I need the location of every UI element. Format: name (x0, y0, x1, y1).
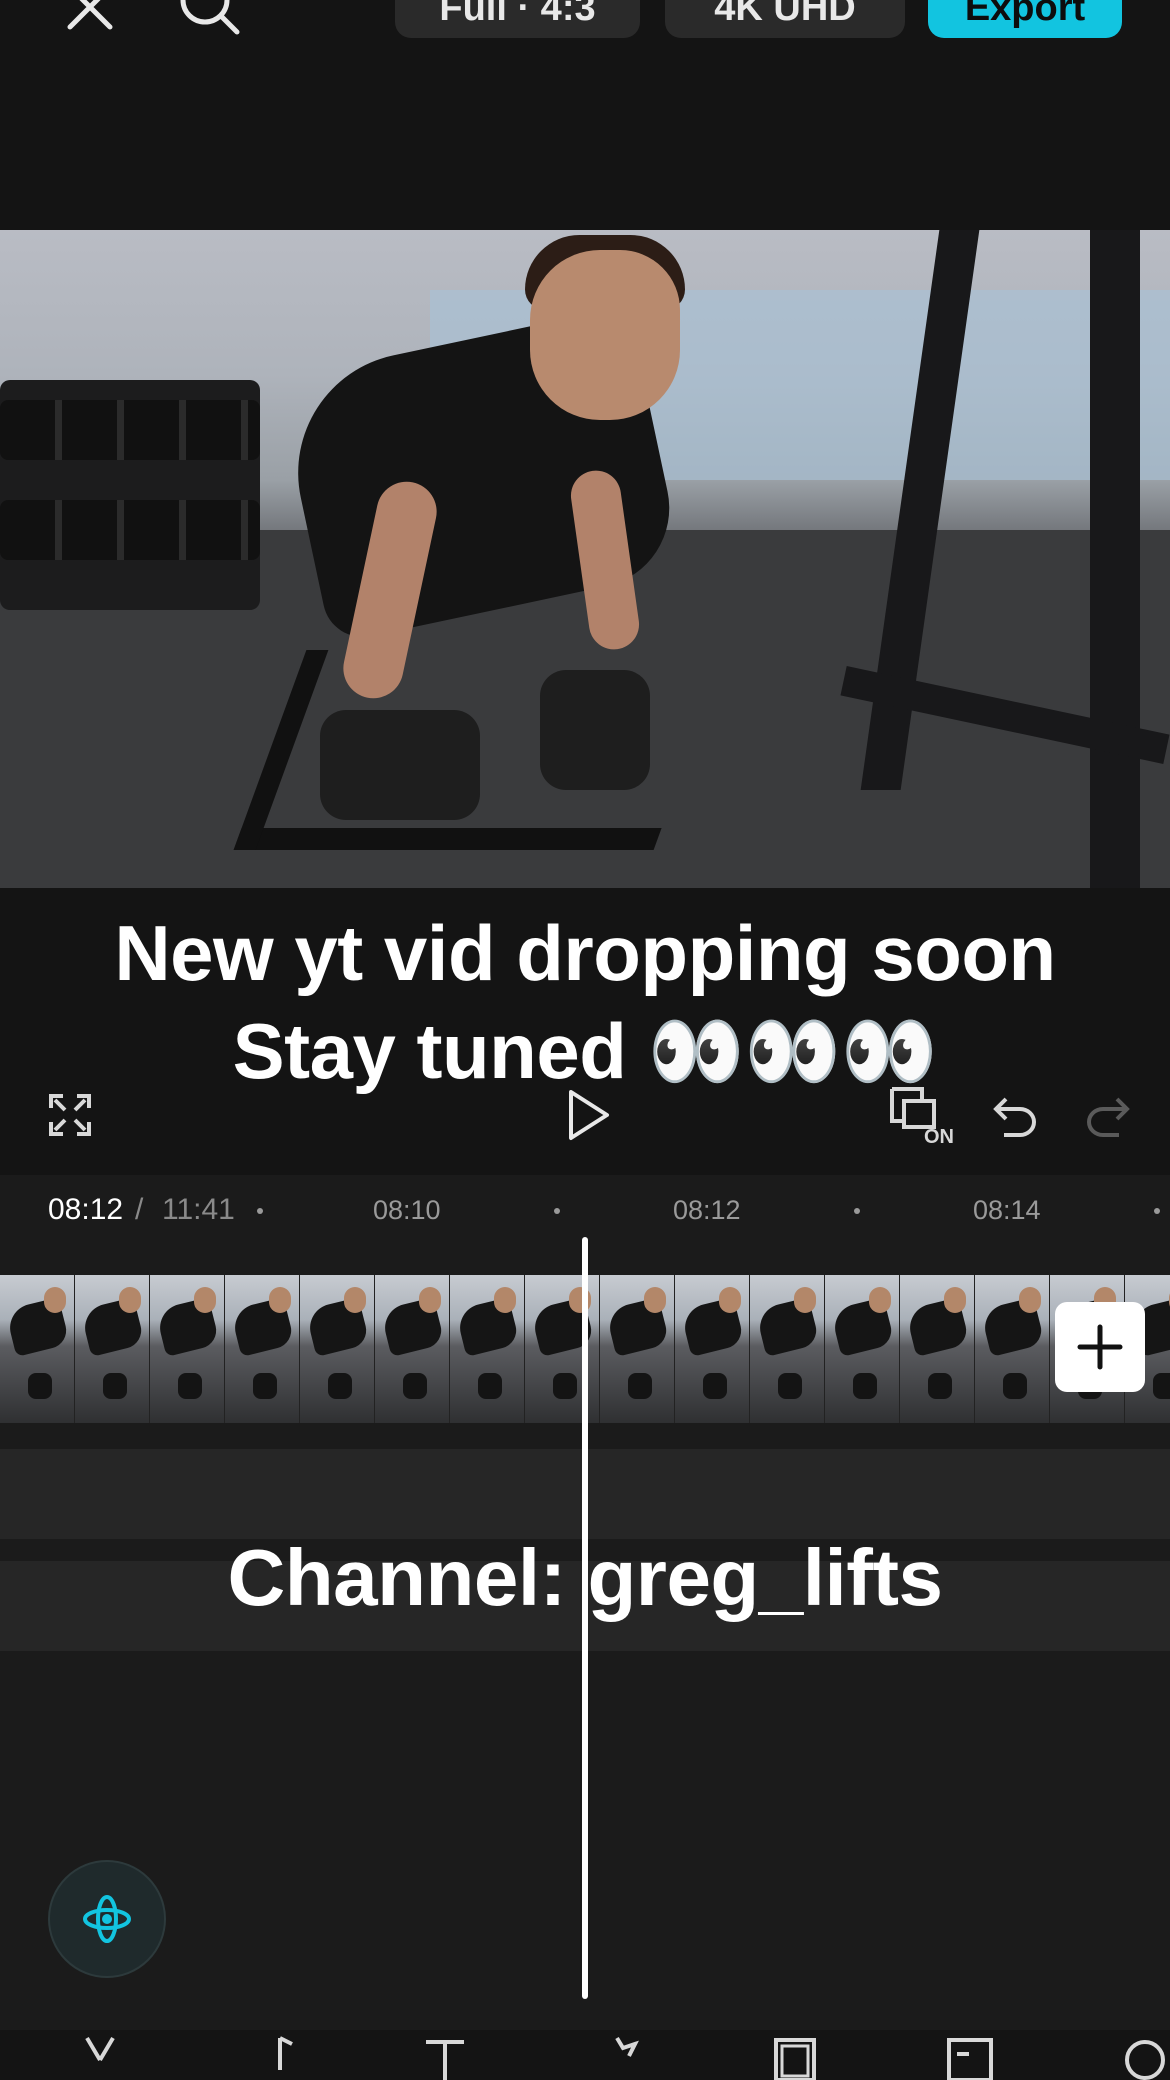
edit-tool-button[interactable] (60, 2030, 140, 2080)
close-button[interactable] (55, 0, 125, 42)
overlay-tool-button[interactable] (755, 2030, 835, 2080)
preview-dumbbell (320, 710, 480, 820)
undo-icon (993, 1097, 1036, 1137)
time-separator: / (135, 1193, 144, 1226)
preview-bench (233, 650, 727, 850)
ruler-tick-label: 08:10 (373, 1195, 441, 1225)
rack-post (1090, 230, 1140, 888)
rack-row (0, 500, 260, 560)
scissors-icon (85, 2036, 115, 2062)
ai-sparkle-icon (83, 1895, 131, 1943)
video-frame-thumbnail (675, 1275, 750, 1423)
search-button[interactable] (175, 0, 245, 40)
video-frame-thumbnail (150, 1275, 225, 1423)
dumbbell-rack (0, 380, 260, 610)
captions-icon (947, 2038, 993, 2080)
video-frame-thumbnail (900, 1275, 975, 1423)
export-label: Export (964, 0, 1086, 29)
music-note-icon (278, 2036, 293, 2070)
ruler-tick-label: 08:12 (673, 1195, 741, 1225)
ruler-dot (554, 1208, 560, 1214)
video-frame-thumbnail (450, 1275, 525, 1423)
caption-line-1[interactable]: New yt vid dropping soon (0, 908, 1170, 999)
video-frame-thumbnail (525, 1275, 600, 1423)
video-frame-thumbnail (300, 1275, 375, 1423)
captions-tool-button[interactable] (930, 2030, 1010, 2080)
ratio-label: Full · 4:3 (439, 0, 596, 29)
video-frame-thumbnail (600, 1275, 675, 1423)
video-frame-thumbnail (375, 1275, 450, 1423)
fullscreen-button[interactable] (42, 1085, 98, 1145)
video-frame-thumbnail (825, 1275, 900, 1423)
preview-head (530, 250, 680, 420)
redo-icon (1087, 1097, 1130, 1137)
resolution-label: 4K UHD (714, 0, 856, 29)
plus-icon (1077, 1324, 1123, 1370)
keyframe-badge: ON (924, 1126, 954, 1145)
bottom-toolbar (0, 2030, 1170, 2080)
preview-dumbbell (540, 670, 650, 790)
effects-icon (615, 2036, 639, 2057)
keyframe-toggle[interactable]: ON (888, 1085, 958, 1145)
video-editor-screen: Full · 4:3 4K UHD Export New yt vid drop… (0, 0, 1170, 2080)
text-tool-button[interactable] (405, 2030, 485, 2080)
effects-tool-button[interactable] (580, 2030, 660, 2080)
resolution-selector[interactable]: 4K UHD (665, 0, 905, 38)
ruler-dot (257, 1208, 263, 1214)
play-button[interactable] (560, 1085, 616, 1145)
video-frame-thumbnail (225, 1275, 300, 1423)
current-time: 08:12 (48, 1193, 124, 1226)
add-clip-button[interactable] (1055, 1302, 1145, 1392)
top-bar: Full · 4:3 4K UHD Export (0, 0, 1170, 60)
keyframe-icon: ON (890, 1087, 954, 1145)
text-icon (426, 2040, 464, 2080)
play-icon (569, 1090, 609, 1140)
video-frame-thumbnail (0, 1275, 75, 1423)
filters-icon (1125, 2040, 1165, 2080)
undo-button[interactable] (985, 1085, 1045, 1145)
video-preview[interactable] (0, 230, 1170, 888)
more-tool-button[interactable] (1100, 2030, 1170, 2080)
video-frame-thumbnail (975, 1275, 1050, 1423)
audio-tool-button[interactable] (235, 2030, 315, 2080)
total-time: 11:41 (162, 1193, 235, 1226)
search-icon (180, 0, 240, 35)
video-frame-thumbnail (75, 1275, 150, 1423)
overlay-icon (774, 2038, 816, 2080)
fullscreen-icon (49, 1094, 91, 1136)
ruler-tick-label: 08:14 (973, 1195, 1041, 1225)
video-frame-thumbnail (750, 1275, 825, 1423)
rack-row (0, 400, 260, 460)
playhead[interactable] (582, 1237, 588, 1999)
close-icon (67, 0, 113, 30)
ai-assistant-button[interactable] (48, 1860, 166, 1978)
redo-button[interactable] (1078, 1085, 1138, 1145)
squat-rack (840, 230, 1170, 888)
ratio-selector[interactable]: Full · 4:3 (395, 0, 640, 38)
export-button[interactable]: Export (928, 0, 1122, 38)
ruler-dot (854, 1208, 860, 1214)
ruler-dot (1154, 1208, 1160, 1214)
